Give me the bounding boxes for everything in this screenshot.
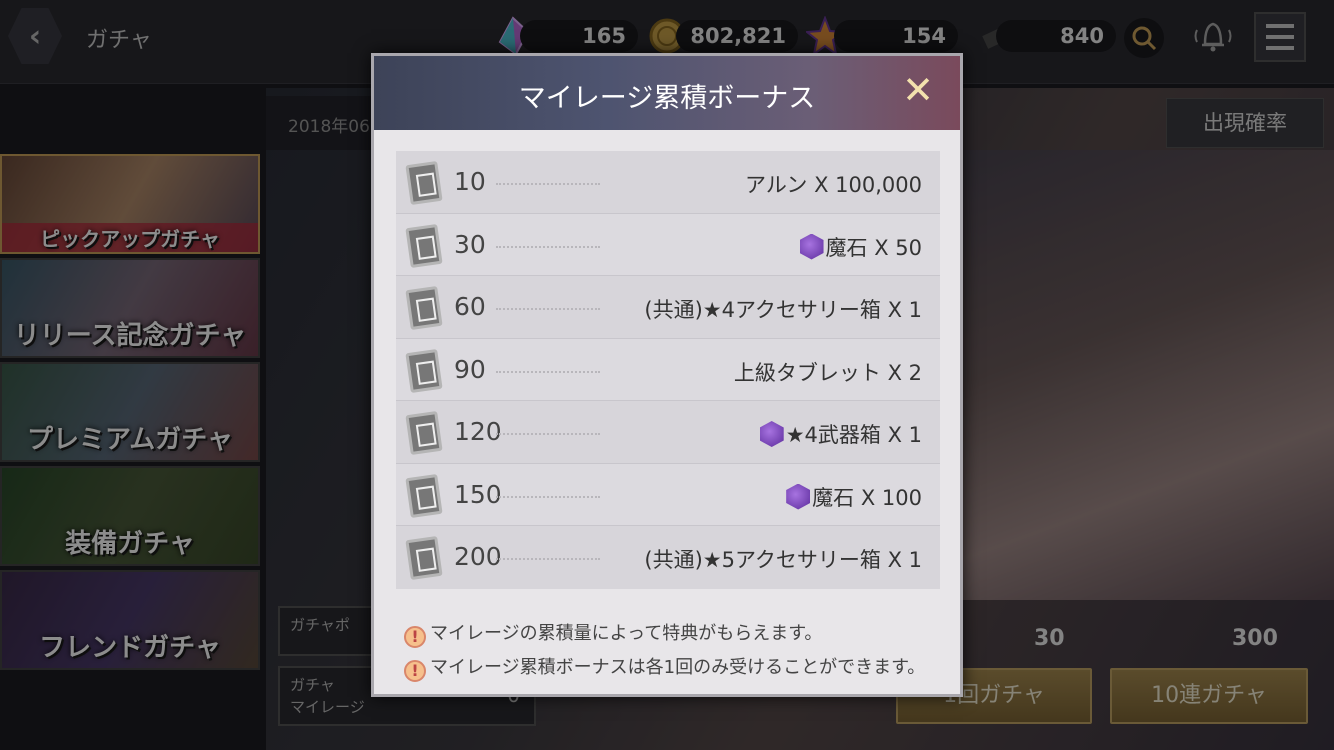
list-item: 150 魔石 X 100	[396, 463, 940, 526]
mileage-ticket-icon	[405, 160, 443, 206]
exclamation-icon: !	[404, 626, 426, 648]
dotted-divider	[496, 245, 600, 248]
magic-stone-icon	[799, 233, 824, 260]
dotted-divider	[496, 495, 600, 498]
dotted-divider	[496, 433, 600, 435]
close-icon: ✕	[902, 68, 934, 112]
magic-stone-icon	[786, 483, 811, 510]
milestone-value: 120	[454, 417, 502, 446]
reward-text: アルン X 100,000	[745, 169, 922, 199]
list-item: 200 (共通)★5アクセサリー箱 X 1	[396, 526, 940, 589]
reward-item: ★4武器箱 X 1	[785, 423, 922, 447]
milestone-value: 30	[454, 229, 486, 259]
reward-text: 魔石 X 100	[786, 482, 922, 512]
mileage-bonus-dialog: マイレージ累積ボーナス ✕ 10 アルン X 100,000 30 魔石 X 5…	[371, 53, 963, 697]
magic-stone-icon	[759, 421, 784, 447]
list-item: 10 アルン X 100,000	[396, 151, 940, 214]
mileage-ticket-icon	[405, 410, 443, 456]
reward-text: (共通)★4アクセサリー箱 X 1	[644, 294, 922, 324]
reward-text: 魔石 X 50	[799, 232, 922, 262]
mileage-ticket-icon	[405, 535, 443, 581]
dialog-header: マイレージ累積ボーナス ✕	[374, 56, 960, 130]
mileage-ticket-icon	[405, 285, 443, 331]
info-note: ! マイレージ累積ボーナスは各1回のみ受けることができます。	[404, 653, 925, 682]
dotted-divider	[496, 183, 600, 185]
reward-text: (共通)★5アクセサリー箱 X 1	[644, 544, 922, 574]
reward-item: アルン X 100,000	[745, 173, 922, 197]
milestone-value: 60	[454, 292, 486, 321]
list-item: 30 魔石 X 50	[396, 213, 940, 276]
reward-item: 上級タブレット X 2	[733, 360, 922, 385]
exclamation-icon: !	[404, 660, 426, 682]
reward-list: 10 アルン X 100,000 30 魔石 X 50 60 (共通)★4アクセ…	[396, 151, 940, 589]
dotted-divider	[496, 370, 600, 373]
dotted-divider	[496, 558, 600, 560]
list-item: 90 上級タブレット X 2	[396, 338, 940, 401]
mileage-ticket-icon	[405, 473, 443, 518]
milestone-value: 90	[454, 354, 486, 384]
note-text: マイレージの累積量によって特典がもらえます。	[430, 623, 823, 644]
note-text: マイレージ累積ボーナスは各1回のみ受けることができます。	[430, 657, 926, 678]
reward-item: (共通)★4アクセサリー箱 X 1	[644, 298, 922, 322]
reward-text: 上級タブレット X 2	[734, 357, 922, 387]
list-item: 60 (共通)★4アクセサリー箱 X 1	[396, 276, 940, 339]
list-item: 120 ★4武器箱 X 1	[396, 401, 940, 464]
close-button[interactable]: ✕	[898, 70, 938, 110]
mileage-ticket-icon	[405, 348, 443, 393]
milestone-value: 200	[454, 542, 502, 571]
reward-item: (共通)★5アクセサリー箱 X 1	[644, 548, 922, 572]
reward-item: 魔石 X 100	[812, 485, 922, 510]
milestone-value: 150	[454, 479, 502, 509]
mileage-ticket-icon	[405, 223, 443, 268]
reward-item: 魔石 X 50	[825, 235, 922, 260]
reward-text: ★4武器箱 X 1	[759, 419, 922, 449]
milestone-value: 10	[454, 167, 486, 196]
dotted-divider	[496, 308, 600, 310]
info-note: ! マイレージの累積量によって特典がもらえます。	[404, 619, 822, 648]
dialog-title: マイレージ累積ボーナス	[518, 83, 816, 114]
